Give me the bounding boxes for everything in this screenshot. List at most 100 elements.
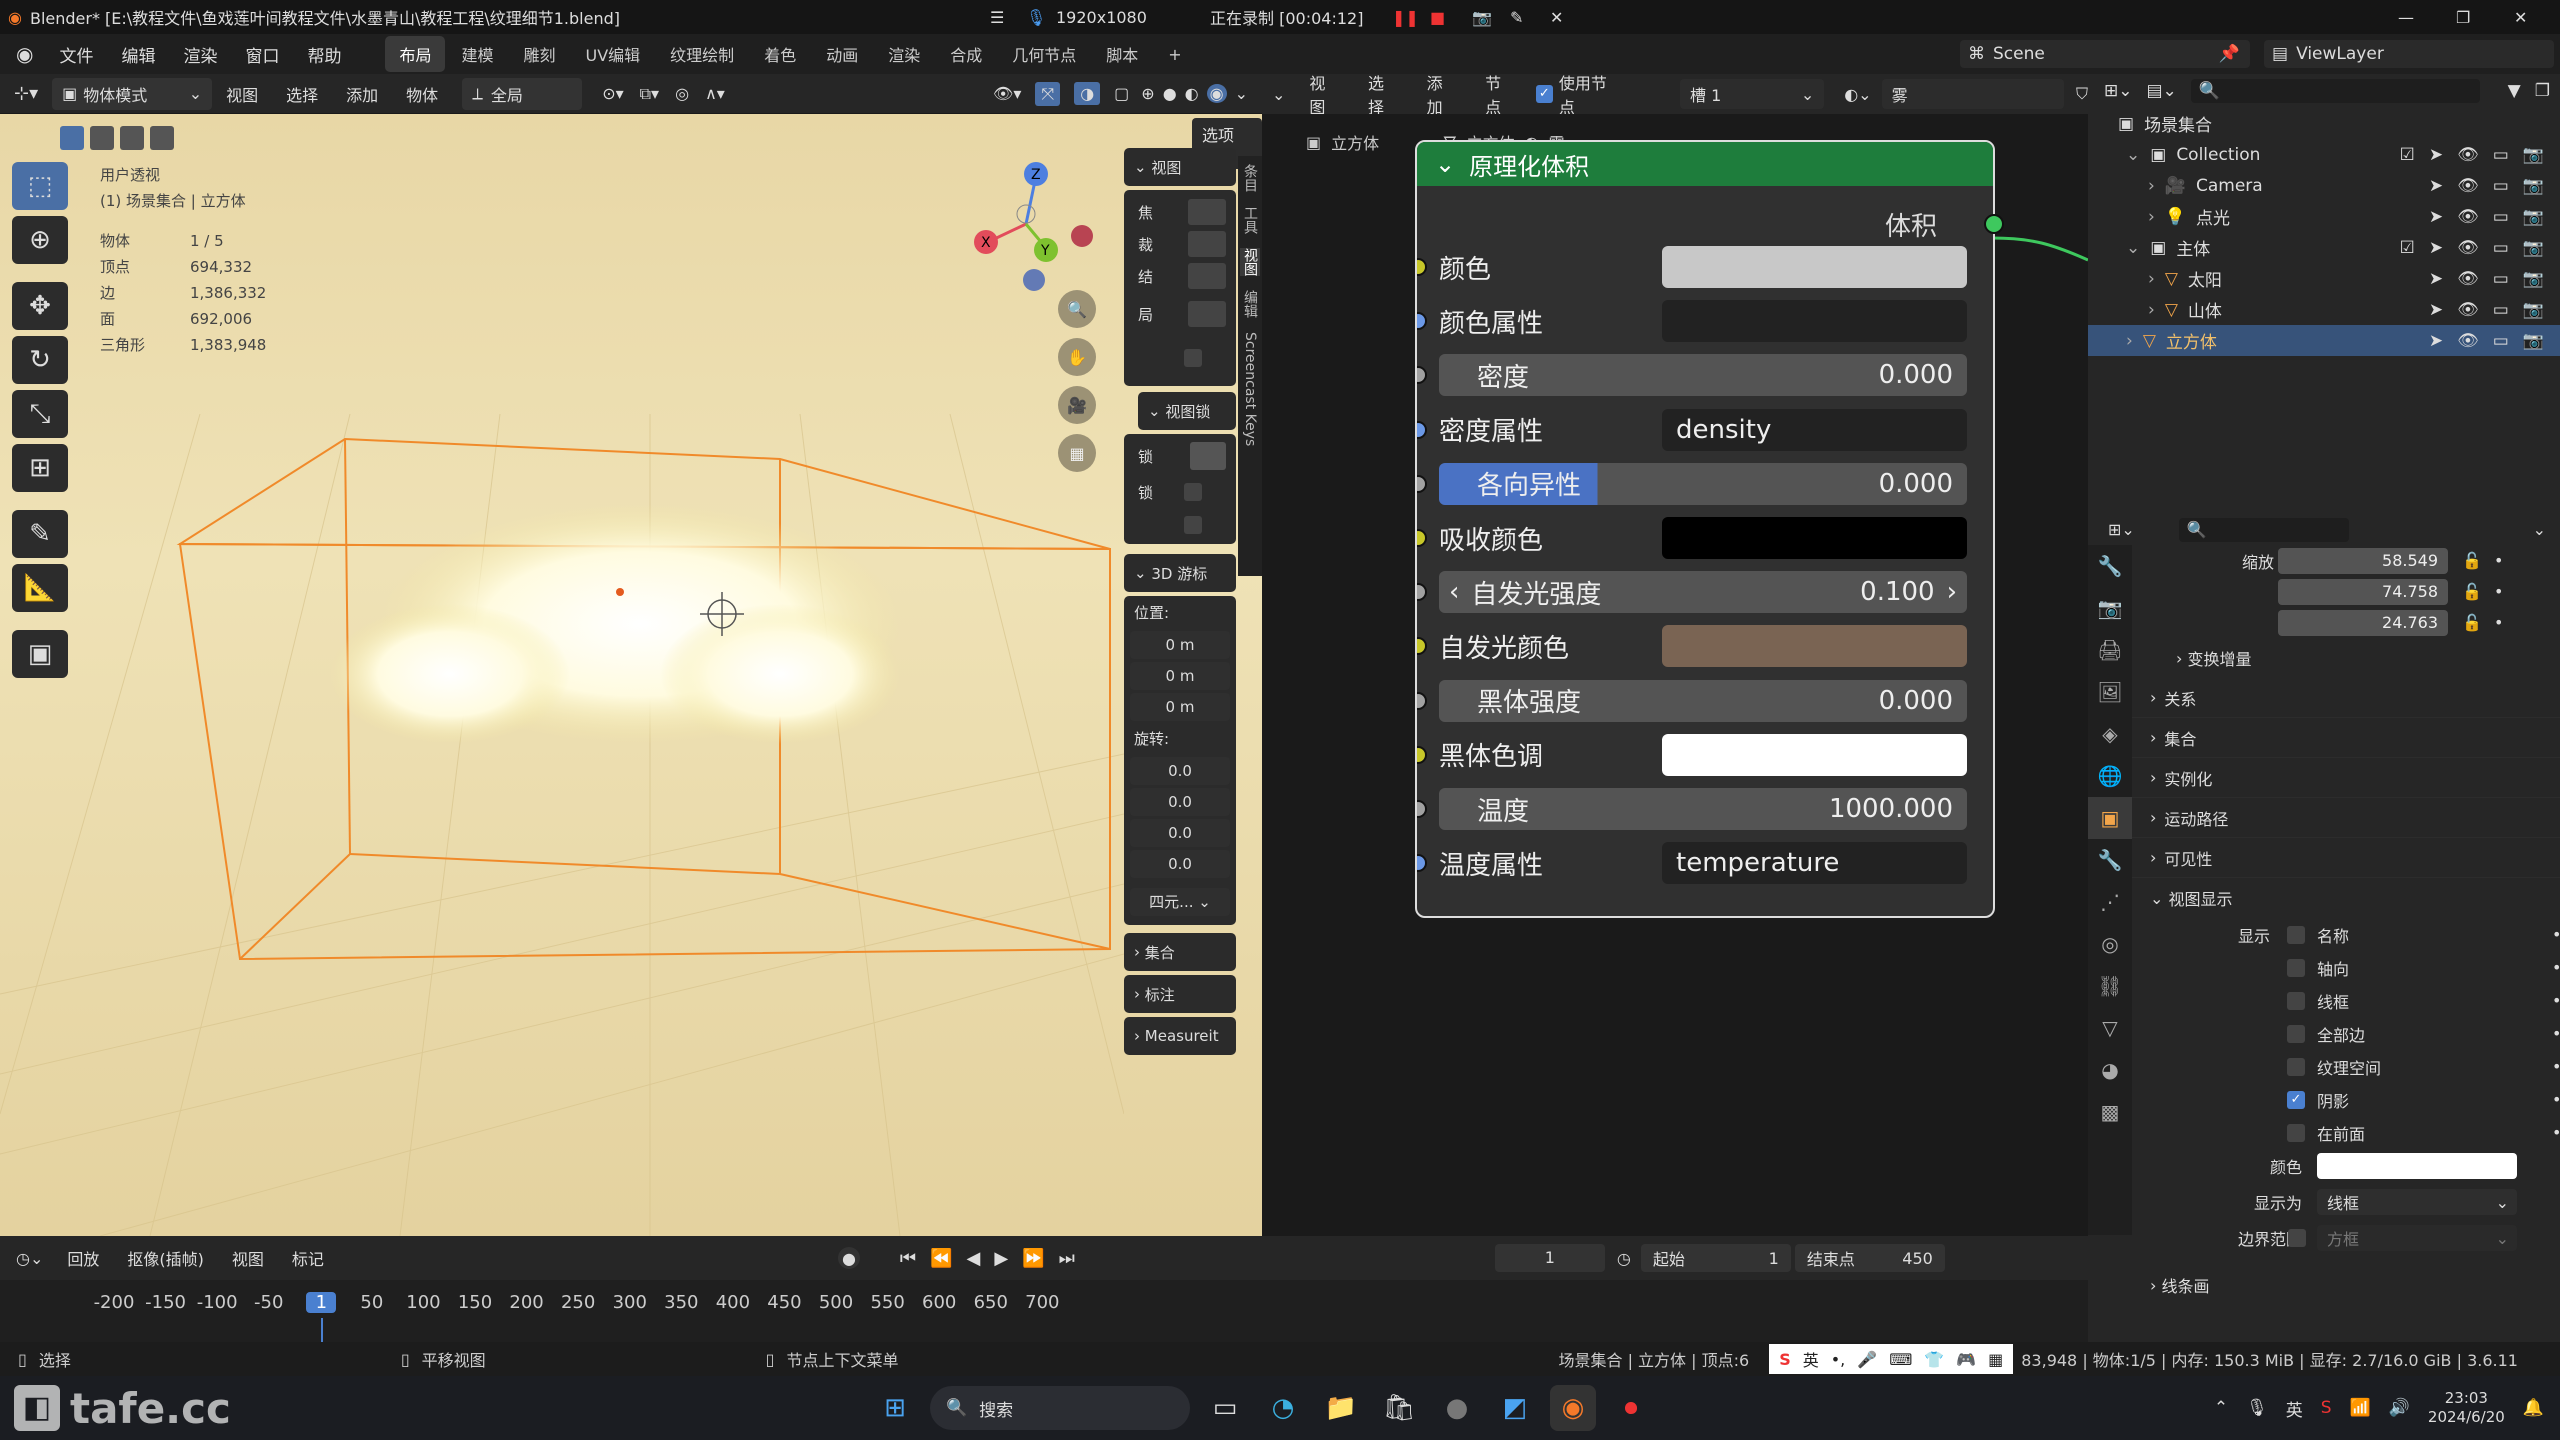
pivot-icon[interactable]: ⊙▾ xyxy=(602,84,623,103)
move-tool[interactable]: ✥ xyxy=(12,282,68,330)
falloff-icon[interactable]: ∧▾ xyxy=(705,84,725,103)
node-menu-select[interactable]: 选择 xyxy=(1354,70,1413,118)
tab-compositing[interactable]: 合成 xyxy=(936,36,996,72)
tool-tab-icon[interactable]: 🔧 xyxy=(2088,545,2132,587)
np-measureit-header[interactable]: › Measureit xyxy=(1124,1017,1236,1055)
timeline-menu-view[interactable]: 视图 xyxy=(218,1246,278,1270)
select-arrow-icon[interactable]: ➤ xyxy=(2429,145,2443,165)
viewport-icon[interactable]: ▭ xyxy=(2493,176,2509,196)
tab-edit[interactable]: 编辑 xyxy=(1240,290,1260,318)
xray-icon[interactable]: ▢ xyxy=(1114,84,1129,103)
input-socket[interactable] xyxy=(1417,691,1427,710)
output-tab-icon[interactable]: 🖨 xyxy=(2088,629,2132,671)
add-workspace-icon[interactable]: + xyxy=(1154,39,1195,70)
tab-view[interactable]: 视图 xyxy=(1240,248,1260,276)
tab-uv-editing[interactable]: UV编辑 xyxy=(572,36,655,72)
store-icon[interactable]: 🛍 xyxy=(1376,1385,1422,1431)
transform-tool[interactable]: ⊞ xyxy=(12,444,68,492)
properties-options-icon[interactable]: ⌄ xyxy=(2533,520,2546,539)
property-section[interactable]: › 可见性 xyxy=(2132,838,2560,878)
keyboard-icon[interactable]: ⌨ xyxy=(1889,1350,1912,1369)
recorder-taskbar-icon[interactable]: ⏺ xyxy=(1608,1385,1654,1431)
zoom-icon[interactable]: 🔍 xyxy=(1058,290,1096,328)
show-option-checkbox[interactable]: ✓ xyxy=(2287,1090,2305,1109)
proportional-edit-icon[interactable]: ◎ xyxy=(675,84,689,103)
maximize-icon[interactable]: ❐ xyxy=(2456,8,2470,27)
tab-geometry-nodes[interactable]: 几何节点 xyxy=(998,36,1090,72)
properties-type-icon[interactable]: ⊞⌄ xyxy=(2108,520,2135,539)
new-collection-icon[interactable]: ❐ xyxy=(2535,81,2550,101)
cursor-rotation-y[interactable]: 0.0 xyxy=(1130,819,1230,847)
tab-layout[interactable]: 布局 xyxy=(385,36,446,72)
app-icon[interactable]: ◩ xyxy=(1492,1385,1538,1431)
tab-scripting[interactable]: 脚本 xyxy=(1092,36,1152,72)
select-arrow-icon[interactable]: ➤ xyxy=(2429,331,2443,351)
filter-icon[interactable]: ▼ xyxy=(2508,81,2521,101)
menu-icon[interactable]: ☰ xyxy=(990,8,1004,27)
show-option-checkbox[interactable] xyxy=(2287,991,2305,1010)
np-lock-checkbox-2[interactable] xyxy=(1184,516,1202,534)
keyframe-dot-icon[interactable]: • xyxy=(2552,925,2560,944)
eye-icon[interactable]: 👁 xyxy=(2457,145,2479,165)
data-tab-icon[interactable]: ▽ xyxy=(2088,1007,2132,1049)
material-name-field[interactable]: 雾 xyxy=(1881,79,2064,109)
np-clip-field[interactable] xyxy=(1188,231,1226,257)
start-frame-field[interactable]: 起始 1 xyxy=(1640,1244,1791,1272)
3d-viewport[interactable]: 选项 ⌄ xyxy=(0,114,1262,1236)
input-socket[interactable] xyxy=(1417,854,1427,873)
property-section[interactable]: › 关系 xyxy=(2132,678,2560,718)
np-lock-checkbox[interactable] xyxy=(1184,483,1202,501)
select-arrow-icon[interactable]: ➤ xyxy=(2429,300,2443,320)
mic-icon[interactable]: 🎙 xyxy=(1026,8,1046,27)
tray-sogou-icon[interactable]: S xyxy=(2321,1398,2332,1418)
tab-item[interactable]: 条目 xyxy=(1240,164,1260,192)
viewport-display-section[interactable]: ⌄ 视图显示 xyxy=(2132,878,2560,918)
slot-dropdown[interactable]: 槽 1 ⌄ xyxy=(1680,79,1825,109)
volume-output-socket[interactable] xyxy=(1984,214,2004,234)
tray-chevron-icon[interactable]: ⌃ xyxy=(2214,1398,2228,1418)
cursor-rotation-z[interactable]: 0.0 xyxy=(1130,850,1230,878)
color-swatch[interactable] xyxy=(1662,625,1967,668)
scale-value-field[interactable]: 24.763 xyxy=(2278,609,2448,636)
display-color-swatch[interactable] xyxy=(2317,1153,2517,1179)
menu-window[interactable]: 窗口 xyxy=(231,42,293,67)
keyframe-dot-icon[interactable]: • xyxy=(2552,958,2560,977)
rotate-tool[interactable]: ↻ xyxy=(12,336,68,384)
bounds-dropdown[interactable]: 方框 ⌄ xyxy=(2317,1225,2517,1251)
menu-help[interactable]: 帮助 xyxy=(293,42,355,67)
playhead-frame-label[interactable]: 1 xyxy=(306,1292,337,1313)
skin-icon[interactable]: 👕 xyxy=(1924,1350,1944,1369)
snap-icon[interactable]: ⧉▾ xyxy=(640,84,659,104)
viewport-icon[interactable]: ▭ xyxy=(2493,300,2509,320)
render-camera-icon[interactable]: 📷 xyxy=(2523,176,2544,196)
rotation-mode-dropdown[interactable]: 四元... ⌄ xyxy=(1130,888,1230,916)
file-explorer-icon[interactable]: 📁 xyxy=(1318,1385,1364,1431)
tab-screencast-keys[interactable]: Screencast Keys xyxy=(1242,332,1258,446)
render-camera-icon[interactable]: 📷 xyxy=(2523,238,2544,258)
display-mode-icon[interactable]: ▤⌄ xyxy=(2147,81,2177,101)
np-focal-field[interactable] xyxy=(1188,199,1226,225)
pen-icon[interactable]: ✎ xyxy=(1510,8,1523,27)
attribute-field[interactable]: density xyxy=(1662,408,1967,451)
eye-icon[interactable]: 👁 xyxy=(2457,300,2479,320)
tab-shading[interactable]: 着色 xyxy=(750,36,810,72)
scale-tool[interactable]: ⤡ xyxy=(12,390,68,438)
mode-selector[interactable]: ▣ 物体模式 ⌄ xyxy=(52,77,213,110)
eye-icon[interactable]: 👁 xyxy=(2457,331,2479,351)
outliner-scene-collection[interactable]: ▣ 场景集合 xyxy=(2088,108,2560,139)
ime-mode[interactable]: 英 xyxy=(1803,1347,1819,1371)
wifi-icon[interactable]: 📶 xyxy=(2350,1398,2371,1418)
material-tab-icon[interactable]: ◕ xyxy=(2088,1049,2132,1091)
outliner-item[interactable]: › 💡 点光 ➤ 👁 ▭ 📷 xyxy=(2088,201,2560,232)
scene-tab-icon[interactable]: ◈ xyxy=(2088,713,2132,755)
input-socket[interactable] xyxy=(1417,800,1427,818)
clock-icon[interactable]: ◷ xyxy=(1617,1249,1631,1268)
np-view-lock-header[interactable]: ⌄ 视图锁 xyxy=(1138,392,1236,430)
add-cube-tool[interactable]: ▣ xyxy=(12,630,68,678)
np-annotation-header[interactable]: › 标注 xyxy=(1124,975,1236,1013)
close-recording-icon[interactable]: ✕ xyxy=(1550,8,1563,27)
tab-modeling[interactable]: 建模 xyxy=(447,36,507,72)
node-menu-node[interactable]: 节点 xyxy=(1471,70,1530,118)
value-slider[interactable]: 黑体强度 0.000 xyxy=(1439,679,1967,722)
input-socket[interactable] xyxy=(1417,474,1427,493)
